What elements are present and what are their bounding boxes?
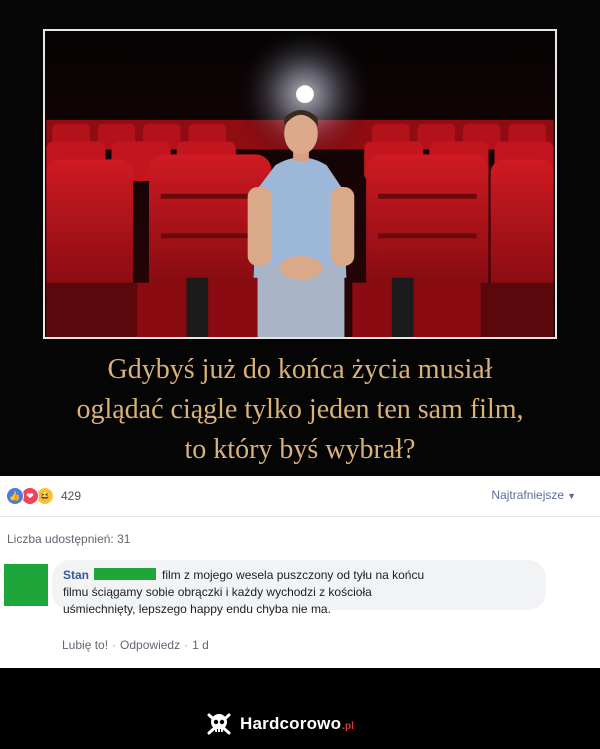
separator-dot: ·: [112, 638, 117, 652]
comment-line: filmu ściągamy sobie obrączki i każdy wy…: [63, 585, 372, 599]
comment-actions: Lubię to! · Odpowiedz · 1 d: [62, 638, 209, 652]
like-link[interactable]: Lubię to!: [62, 638, 108, 652]
redaction-bar: [94, 568, 157, 580]
meme-poster: Gdybyś już do końca życia musiał oglądać…: [0, 0, 600, 476]
skull-icon: [207, 713, 231, 735]
caption-line: Gdybyś już do końca życia musiał: [107, 354, 493, 385]
divider: [0, 516, 600, 517]
comment-author[interactable]: Stan: [63, 568, 89, 582]
avatar[interactable]: [4, 564, 48, 606]
facebook-comments-panel: 👍 ❤ 😆 429 Najtrafniejsze ▼ Liczba udostęp…: [0, 476, 600, 668]
sort-label: Najtrafniejsze: [491, 488, 565, 502]
separator-dot: ·: [184, 638, 189, 652]
reactions-summary[interactable]: 👍 ❤ 😆 429: [6, 486, 81, 506]
brand-tld: .pl: [342, 721, 354, 732]
brand-logo[interactable]: Hardcorowo .pl: [206, 711, 354, 737]
comment-text: film z mojego wesela puszczony od tyłu n…: [162, 568, 425, 582]
cinema-illustration: [46, 31, 554, 337]
comment-line: uśmiechnięty, lepszego happy endu chyba …: [63, 602, 331, 616]
meme-caption: Gdybyś już do końca życia musiał oglądać…: [0, 350, 600, 470]
caption-line: oglądać ciągle tylko jeden ten sam film,: [76, 394, 524, 425]
comment-time[interactable]: 1 d: [192, 638, 209, 652]
site-footer: Hardcorowo .pl: [0, 668, 600, 749]
reply-link[interactable]: Odpowiedz: [120, 638, 180, 652]
caption-line: to który byś wybrał?: [184, 434, 416, 465]
caret-down-icon: ▼: [567, 491, 576, 501]
brand-name: Hardcorowo: [240, 714, 342, 733]
cinema-photo: [43, 29, 557, 339]
reaction-count: 429: [61, 489, 82, 503]
comment-bubble: Stan film z mojego wesela puszczony od ty…: [52, 560, 546, 616]
shares-count[interactable]: Liczba udostępnień: 31: [7, 532, 130, 546]
comment-line: Stan film z mojego wesela puszczony od ty…: [63, 567, 534, 584]
like-icon: 👍: [6, 487, 24, 505]
sort-dropdown[interactable]: Najtrafniejsze ▼: [491, 488, 576, 502]
